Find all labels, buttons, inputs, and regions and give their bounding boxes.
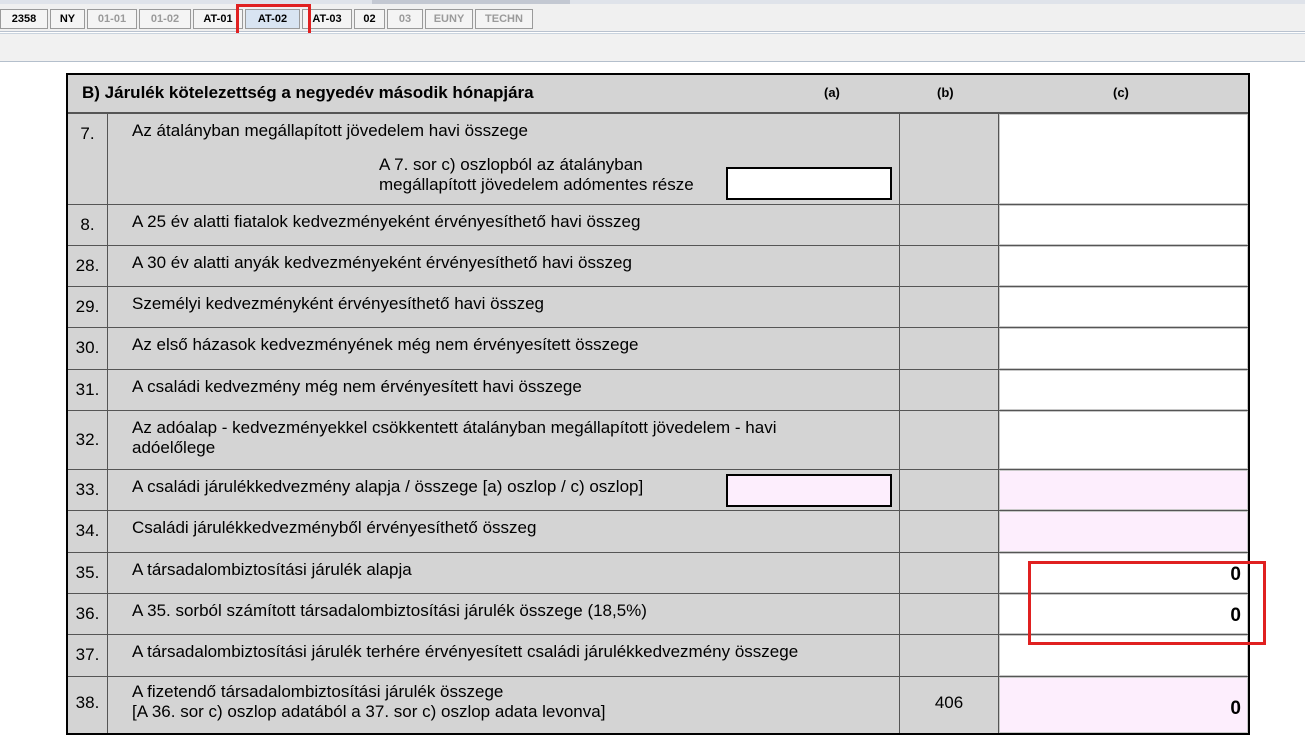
tab-at-01[interactable]: AT-01: [193, 9, 243, 29]
family-allowance-base-input[interactable]: [726, 474, 892, 507]
column-c-input[interactable]: [999, 287, 1248, 327]
column-c-input[interactable]: [999, 205, 1248, 245]
row-number: 38.: [68, 677, 108, 733]
column-b-header: (b): [937, 85, 954, 100]
column-b-cell: [899, 328, 999, 369]
tab-bar: 2358 NY 01-01 01-02 AT-01 AT-02 AT-03 02…: [0, 4, 1305, 32]
row-label: A 30 év alatti anyák kedvezményeként érv…: [132, 253, 632, 272]
row-label: A 25 év alatti fiatalok kedvezményeként …: [132, 212, 641, 231]
table-row: 29. Személyi kedvezményként érvényesíthe…: [68, 287, 1248, 328]
row-label: A fizetendő társadalombiztosítási járulé…: [132, 682, 504, 701]
tab-euny[interactable]: EUNY: [425, 9, 473, 29]
tab-2358[interactable]: 2358: [0, 9, 48, 29]
tab-01-02[interactable]: 01-02: [139, 9, 191, 29]
exempt-part-input[interactable]: [726, 167, 892, 200]
row-label: A családi kedvezmény még nem érvényesíte…: [132, 377, 582, 396]
tab-ny[interactable]: NY: [50, 9, 85, 29]
row-label-continued: [A 36. sor c) oszlop adatából a 37. sor …: [132, 702, 606, 721]
table-row: 8. A 25 év alatti fiatalok kedvezményeké…: [68, 205, 1248, 246]
section-title: B) Járulék kötelezettség a negyedév máso…: [82, 83, 534, 102]
row-label: Családi járulékkedvezményből érvényesíth…: [132, 518, 537, 537]
table-row: 36. A 35. sorból számított társadalombiz…: [68, 594, 1248, 635]
row-number: 31.: [68, 370, 108, 410]
row-number: 37.: [68, 635, 108, 676]
table-row: 35. A társadalombiztosítási járulék alap…: [68, 553, 1248, 594]
row-number: 36.: [68, 594, 108, 634]
column-b-cell: [899, 635, 999, 676]
column-c-input[interactable]: [999, 114, 1248, 204]
row-number: 32.: [68, 411, 108, 469]
row-number: 28.: [68, 246, 108, 286]
row-number: 29.: [68, 287, 108, 327]
column-b-cell: [899, 553, 999, 593]
tab-03[interactable]: 03: [387, 9, 423, 29]
tab-techn[interactable]: TECHN: [475, 9, 533, 29]
column-c-input[interactable]: 0: [999, 553, 1248, 593]
row-label-continued: adóelőlege: [132, 438, 216, 457]
column-a-header: (a): [824, 85, 840, 100]
row-label: A társadalombiztosítási járulék terhére …: [132, 642, 799, 661]
column-b-cell: [899, 511, 999, 552]
row-label: Az első házasok kedvezményének még nem é…: [132, 335, 639, 354]
column-b-cell: [899, 287, 999, 327]
column-b-cell: 406: [899, 677, 999, 733]
row-label: A 35. sorból számított társadalombiztosí…: [132, 601, 647, 620]
row-label: Az átalányban megállapított jövedelem ha…: [132, 121, 528, 140]
section-header: B) Járulék kötelezettség a negyedév máso…: [68, 75, 1248, 114]
column-c-input[interactable]: 0: [999, 594, 1248, 634]
column-c-input[interactable]: [999, 511, 1248, 552]
table-row: 34. Családi járulékkedvezményből érvénye…: [68, 511, 1248, 553]
table-row: 28. A 30 év alatti anyák kedvezményeként…: [68, 246, 1248, 287]
column-b-cell: [899, 411, 999, 469]
form-section-b: B) Járulék kötelezettség a negyedév máso…: [66, 73, 1250, 735]
table-row: 30. Az első házasok kedvezményének még n…: [68, 328, 1248, 370]
column-b-cell: [899, 205, 999, 245]
table-row: 31. A családi kedvezmény még nem érvénye…: [68, 370, 1248, 411]
table-row: 7. Az átalányban megállapított jövedelem…: [68, 114, 1248, 205]
toolbar-band: [0, 33, 1305, 62]
tab-at-03[interactable]: AT-03: [302, 9, 352, 29]
tab-01-01[interactable]: 01-01: [87, 9, 137, 29]
row-number: 35.: [68, 553, 108, 593]
row-number: 30.: [68, 328, 108, 369]
column-c-input[interactable]: [999, 411, 1248, 469]
table-row: 33. A családi járulékkedvezmény alapja /…: [68, 470, 1248, 511]
column-b-cell: [899, 594, 999, 634]
row-number: 34.: [68, 511, 108, 552]
tab-02[interactable]: 02: [354, 9, 385, 29]
row-number: 8.: [68, 205, 108, 245]
column-b-cell: [899, 470, 999, 510]
row-label: Személyi kedvezményként érvényesíthető h…: [132, 294, 544, 313]
column-b-cell: [899, 370, 999, 410]
row-sub-label: megállapított jövedelem adómentes része: [379, 175, 694, 194]
tab-at-02[interactable]: AT-02: [245, 9, 300, 29]
row-label: A társadalombiztosítási járulék alapja: [132, 560, 412, 579]
table-row: 32. Az adóalap - kedvezményekkel csökken…: [68, 411, 1248, 470]
column-c-input[interactable]: [999, 470, 1248, 510]
row-number: 33.: [68, 470, 108, 510]
column-c-input[interactable]: [999, 246, 1248, 286]
table-row: 38. A fizetendő társadalombiztosítási já…: [68, 677, 1248, 733]
column-c-input[interactable]: [999, 370, 1248, 410]
table-row: 37. A társadalombiztosítási járulék terh…: [68, 635, 1248, 677]
row-sub-label: A 7. sor c) oszlopból az átalányban: [379, 155, 643, 174]
row-label: Az adóalap - kedvezményekkel csökkentett…: [132, 418, 777, 437]
row-number: 7.: [68, 114, 108, 204]
column-c-header: (c): [1113, 85, 1129, 100]
column-c-input[interactable]: [999, 328, 1248, 369]
column-c-input[interactable]: 0: [999, 677, 1248, 733]
column-c-input[interactable]: [999, 635, 1248, 676]
column-b-cell: [899, 114, 999, 204]
column-b-cell: [899, 246, 999, 286]
